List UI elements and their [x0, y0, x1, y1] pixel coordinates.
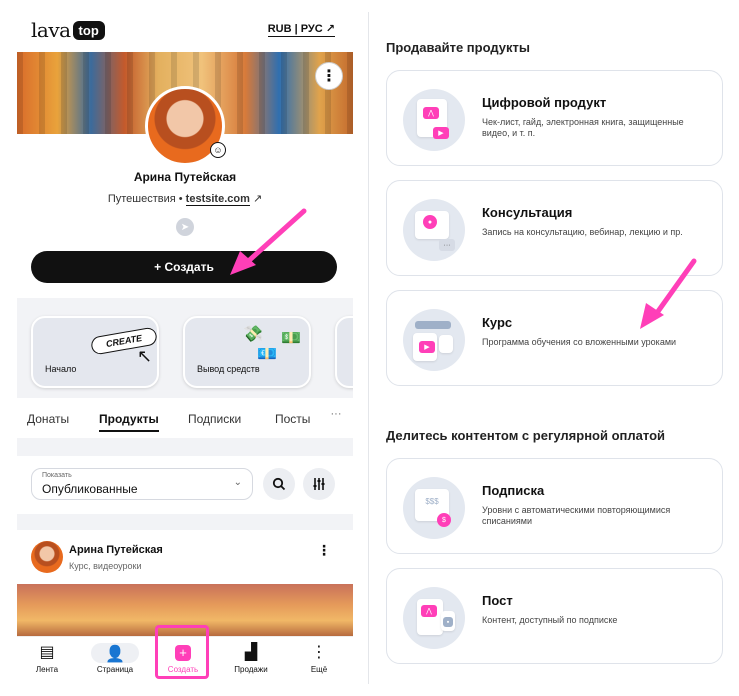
quick-card-start[interactable]: CREATE ↖ Начало — [31, 316, 159, 388]
chart-icon: ▟ — [244, 644, 258, 661]
currency-language-switch[interactable]: RUB | РУС ↗ — [267, 22, 335, 37]
quick-card-label: Вывод средств — [197, 364, 260, 374]
card-title: Курс — [482, 315, 513, 330]
card-description: Программа обучения со вложенными уроками — [482, 337, 677, 347]
content-tabs: Донаты Продукты Подписки Посты ··· — [17, 404, 353, 436]
telegram-icon[interactable]: ➤ — [176, 218, 194, 236]
cash-icon: 💸 — [243, 326, 263, 343]
tab-products[interactable]: Продукты — [99, 412, 159, 432]
logo-lava-text: lava — [31, 18, 71, 42]
separator — [17, 514, 353, 530]
course-icon: ▶ — [403, 309, 465, 371]
status-filter-select[interactable]: Показать Опубликованные ⌄ — [31, 468, 253, 500]
nav-label: Продажи — [234, 665, 268, 674]
quick-card-withdraw[interactable]: 💸 💵 💶 Вывод средств — [183, 316, 311, 388]
filter-value: Опубликованные — [42, 482, 138, 496]
coin-icon: 💵 — [281, 330, 301, 347]
banknote-icon: 💶 — [257, 346, 277, 363]
post-author-avatar[interactable] — [31, 541, 63, 573]
logo[interactable]: lava top — [31, 18, 105, 42]
card-title: Пост — [482, 593, 513, 608]
post-meta: Курс, видеоуроки — [69, 561, 142, 571]
filter-settings-button[interactable] — [303, 468, 335, 500]
card-title: Консультация — [482, 205, 573, 220]
card-description: Контент, доступный по подписке — [482, 615, 618, 625]
user-icon: 👤 — [91, 643, 139, 663]
card-description: Чек-лист, гайд, электронная книга, защищ… — [482, 117, 684, 138]
post-author-name[interactable]: Арина Путейская — [69, 544, 163, 556]
nav-feed[interactable]: ▤ Лента — [23, 643, 71, 674]
nav-sales[interactable]: ▟ Продажи — [227, 643, 275, 674]
feed-icon: ▤ — [39, 644, 55, 661]
nav-page[interactable]: 👤 Страница — [91, 643, 139, 674]
card-description: Уровни с автоматическими повторяющимися … — [482, 505, 671, 526]
sliders-icon — [313, 478, 325, 490]
nav-label: Страница — [96, 665, 134, 674]
screen: lava top RUB | РУС ↗ ⋮ ☺ Арина Путейская… — [0, 0, 739, 696]
profile-name: Арина Путейская — [133, 170, 237, 184]
digital-product-icon: ⋀ ▶ — [403, 89, 465, 151]
subscription-icon: $$$ $ — [403, 477, 465, 539]
consultation-icon: ● ··· — [403, 199, 465, 261]
create-highlight-box — [155, 625, 209, 679]
product-card-post[interactable]: ⋀ ▪ Пост Контент, доступный по подписке — [386, 568, 723, 664]
top-bar: lava top RUB | РУС ↗ — [17, 16, 353, 46]
search-button[interactable] — [263, 468, 295, 500]
nav-label: Ещё — [310, 665, 328, 674]
product-card-digital[interactable]: ⋀ ▶ Цифровой продукт Чек-лист, гайд, эле… — [386, 70, 723, 166]
tabs-more-button[interactable]: ··· — [323, 408, 349, 430]
profile-subtitle: Путешествия • testsite.com ↗ — [17, 192, 353, 206]
nav-more[interactable]: ⋮ Ещё — [295, 643, 343, 674]
post-menu-button[interactable]: ⋮ — [317, 542, 331, 559]
external-link-icon: ↗ — [252, 193, 263, 205]
filter-caption: Показать — [42, 472, 72, 479]
quick-card-next[interactable] — [335, 316, 353, 388]
section-title-recurring: Делитесь контентом с регулярной оплатой — [386, 428, 666, 443]
card-title: Подписка — [482, 483, 545, 498]
divider — [368, 12, 369, 684]
section-title-products: Продавайте продукты — [386, 40, 530, 55]
logo-top-badge: top — [72, 20, 105, 40]
tab-subscriptions[interactable]: Подписки — [188, 412, 241, 426]
quick-card-label: Начало — [45, 364, 77, 374]
profile-panel: lava top RUB | РУС ↗ ⋮ ☺ Арина Путейская… — [17, 0, 353, 696]
card-title: Цифровой продукт — [482, 95, 607, 110]
chevron-down-icon: ⌄ — [233, 477, 242, 488]
search-icon — [272, 477, 286, 491]
annotation-arrow-icon — [230, 208, 307, 275]
profile-category: Путешествия • — [107, 193, 183, 205]
product-card-subscription[interactable]: $$$ $ Подписка Уровни с автоматическими … — [386, 458, 723, 554]
more-icon: ⋮ — [311, 644, 327, 661]
nav-label: Лента — [35, 665, 59, 674]
tab-posts[interactable]: Посты — [275, 412, 310, 426]
tab-donations[interactable]: Донаты — [27, 412, 69, 426]
avatar-edit-icon[interactable]: ☺ — [210, 142, 226, 158]
card-description: Запись на консультацию, вебинар, лекцию … — [482, 227, 683, 237]
cursor-icon: ↖ — [137, 346, 153, 366]
cover-menu-button[interactable]: ⋮ — [315, 62, 343, 90]
annotation-arrow-icon — [640, 258, 697, 329]
post-icon: ⋀ ▪ — [403, 587, 465, 649]
separator — [17, 438, 353, 456]
